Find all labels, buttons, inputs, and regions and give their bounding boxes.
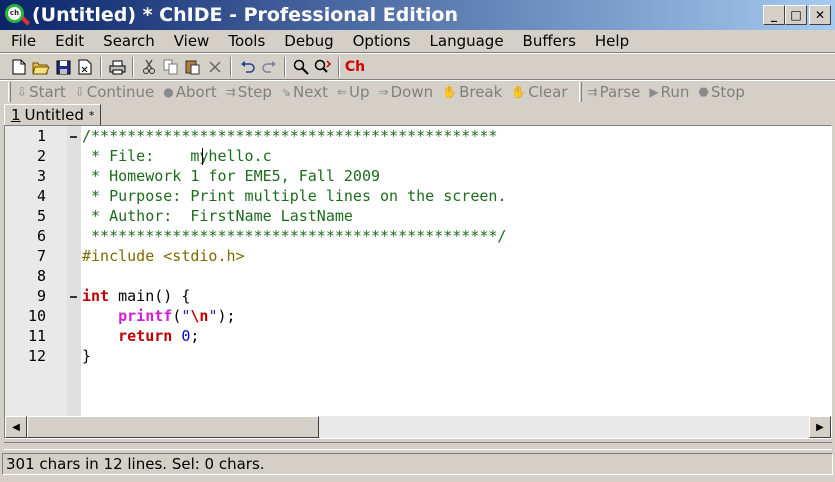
title-bar: ch (Untitled) * ChIDE - Professional Edi… <box>0 0 835 30</box>
clear-icon: ✋ <box>511 85 527 99</box>
delete-icon[interactable] <box>204 56 226 78</box>
abort-button[interactable]: ● Abort <box>163 83 217 101</box>
scroll-thumb[interactable] <box>27 416 319 438</box>
menu-language[interactable]: Language <box>419 32 512 50</box>
continue-icon: ⇩ <box>74 85 85 99</box>
step-icon: ⇉ <box>225 85 236 99</box>
stop-button[interactable]: ⬣ Stop <box>698 83 745 101</box>
menu-debug[interactable]: Debug <box>273 32 341 50</box>
continue-button[interactable]: ⇩ Continue <box>75 83 155 101</box>
copy-icon[interactable] <box>160 56 182 78</box>
next-icon: ⇘ <box>280 85 292 99</box>
replace-icon[interactable] <box>312 56 334 78</box>
maximize-button[interactable]: □ <box>785 5 807 25</box>
run-ch-button[interactable]: Ch <box>344 56 366 78</box>
break-icon: ✋ <box>442 85 458 99</box>
undo-icon[interactable] <box>236 56 258 78</box>
parse-icon: ⇉ <box>587 85 598 99</box>
chide-app-icon[interactable]: ch <box>4 3 31 27</box>
start-button[interactable]: ⇩ Start <box>17 83 66 101</box>
minimize-button[interactable]: _ <box>763 5 785 25</box>
close-button[interactable]: ✕ <box>809 5 831 25</box>
run-icon: ▶ <box>649 85 659 99</box>
tab-label: Untitled <box>24 106 84 124</box>
scroll-right-arrow-icon[interactable]: ▶ <box>809 416 831 438</box>
menu-tools[interactable]: Tools <box>217 32 273 50</box>
menu-options[interactable]: Options <box>342 32 419 50</box>
menu-view[interactable]: View <box>163 32 218 50</box>
menu-help[interactable]: Help <box>584 32 637 50</box>
find-icon[interactable] <box>290 56 312 78</box>
menu-search[interactable]: Search <box>92 32 163 50</box>
fold-margin[interactable] <box>67 126 81 416</box>
code-editor[interactable]: 1/**************************************… <box>4 125 832 439</box>
paste-icon[interactable] <box>182 56 204 78</box>
up-icon: ⇐ <box>336 85 348 99</box>
clear-button[interactable]: ✋ Clear <box>511 83 567 101</box>
menu-buffers[interactable]: Buffers <box>512 32 584 50</box>
redo-icon[interactable] <box>258 56 280 78</box>
print-icon[interactable] <box>106 56 128 78</box>
status-bar: 301 chars in 12 lines. Sel: 0 chars. <box>2 453 833 475</box>
text-caret <box>202 148 203 165</box>
open-folder-icon[interactable] <box>30 56 52 78</box>
menu-file[interactable]: File <box>0 32 44 50</box>
buffer-tabs: 1 Untitled * <box>0 104 835 126</box>
abort-icon: ● <box>163 85 174 99</box>
stop-icon: ⬣ <box>698 85 709 99</box>
start-icon: ⇩ <box>17 85 28 99</box>
modified-marker: * <box>88 108 95 122</box>
tab-number: 1 <box>11 106 21 124</box>
toolbar-grip[interactable] <box>8 82 11 102</box>
save-icon[interactable] <box>52 56 74 78</box>
break-button[interactable]: ✋ Break <box>442 83 502 101</box>
run-button[interactable]: ▶ Run <box>649 83 689 101</box>
main-toolbar: Ch <box>0 54 366 80</box>
minimize-icon: _ <box>771 8 777 22</box>
fold-marker-icon[interactable] <box>70 296 77 298</box>
scroll-left-arrow-icon[interactable]: ◀ <box>5 416 27 438</box>
step-button[interactable]: ⇉ Step <box>226 83 272 101</box>
parse-button[interactable]: ⇉ Parse <box>588 83 641 101</box>
down-icon: ⇒ <box>378 85 389 99</box>
window-title: (Untitled) * ChIDE - Professional Editio… <box>32 4 458 26</box>
tab-untitled[interactable]: 1 Untitled * <box>4 104 102 126</box>
maximize-icon: □ <box>790 8 802 22</box>
next-button[interactable]: ⇘ Next <box>281 83 328 101</box>
menu-edit[interactable]: Edit <box>44 32 92 50</box>
horizontal-scrollbar[interactable]: ◀ ▶ <box>5 416 831 438</box>
status-text: 301 chars in 12 lines. Sel: 0 chars. <box>6 455 265 473</box>
close-file-icon[interactable] <box>74 56 96 78</box>
menu-bar: File Edit Search View Tools Debug Option… <box>0 30 835 52</box>
up-button[interactable]: ⇐ Up <box>337 83 370 101</box>
debug-toolbar: ⇩ Start ⇩ Continue ● Abort ⇉ Step ⇘ Next ⇐ Up … <box>0 81 754 103</box>
cut-icon[interactable] <box>138 56 160 78</box>
fold-marker-icon[interactable] <box>70 136 77 138</box>
close-icon: ✕ <box>814 8 826 22</box>
output-splitter[interactable] <box>4 442 832 450</box>
down-button[interactable]: ⇒ Down <box>379 83 434 101</box>
new-file-icon[interactable] <box>8 56 30 78</box>
